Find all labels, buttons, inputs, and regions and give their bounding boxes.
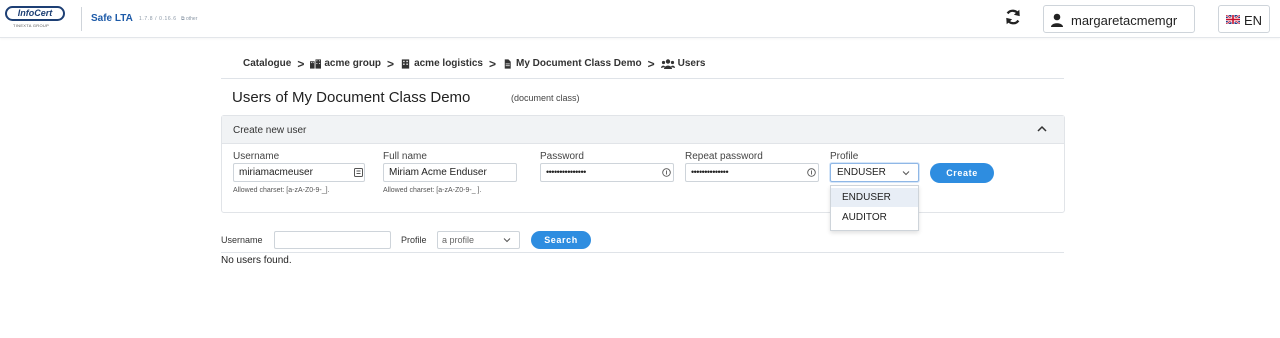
app-name[interactable]: Safe LTA: [91, 13, 133, 25]
create-user-panel-header[interactable]: Create new user: [222, 116, 1064, 144]
password-field[interactable]: •••••••••••••••: [540, 163, 674, 182]
repeat-password-label: Repeat password: [685, 151, 763, 162]
search-profile-label: Profile: [401, 235, 427, 245]
breadcrumb: Catalogue > acme group > acme logistics …: [243, 56, 705, 72]
breadcrumb-document-class[interactable]: My Document Class Demo: [502, 58, 642, 70]
chevron-right-icon: >: [647, 57, 655, 71]
buildings-icon: [310, 59, 322, 69]
chevron-down-icon: [902, 171, 910, 176]
breadcrumb-users: Users: [660, 58, 706, 70]
chevron-right-icon: >: [297, 57, 305, 71]
app-other-link[interactable]: ⧉ other: [181, 15, 197, 23]
chevron-right-icon: >: [488, 57, 496, 71]
repeat-password-value: ••••••••••••••: [691, 167, 729, 177]
search-button[interactable]: Search: [531, 231, 591, 249]
full-name-field[interactable]: Miriam Acme Enduser: [383, 163, 517, 182]
user-menu-button[interactable]: margaretacmemgr: [1043, 5, 1195, 33]
profile-option-auditor[interactable]: AUDITOR: [831, 208, 918, 227]
empty-results-message: No users found.: [221, 255, 292, 266]
users-icon: [660, 59, 675, 69]
profile-label: Profile: [830, 151, 859, 162]
breadcrumb-divider: [221, 78, 1064, 79]
breadcrumb-catalogue[interactable]: Catalogue: [243, 58, 291, 70]
profile-value: ENDUSER: [837, 167, 886, 178]
language-label: EN: [1244, 13, 1263, 28]
app-other-label: other: [185, 16, 198, 22]
profile-option-enduser[interactable]: ENDUSER: [831, 188, 918, 207]
full-name-label: Full name: [383, 151, 427, 162]
fingerprint-icon[interactable]: [662, 168, 671, 177]
chevron-down-icon: [503, 238, 511, 243]
search-username-input[interactable]: [274, 231, 391, 249]
language-selector[interactable]: EN: [1218, 5, 1270, 33]
user-icon: [1051, 13, 1063, 27]
breadcrumb-acme-group[interactable]: acme group: [310, 58, 381, 70]
username-field[interactable]: miriamacmeuser: [233, 163, 365, 182]
infocert-logo[interactable]: InfoCert TINEXTA GROUP: [5, 6, 67, 30]
profile-select[interactable]: ENDUSER: [830, 163, 919, 182]
breadcrumb-label: acme logistics: [414, 58, 483, 69]
fingerprint-icon[interactable]: [807, 168, 816, 177]
full-name-value: Miriam Acme Enduser: [389, 167, 487, 178]
create-button[interactable]: Create: [930, 163, 994, 183]
brand-divider: [81, 7, 82, 31]
chevron-right-icon: >: [387, 57, 395, 71]
username-hint: Allowed charset: [a-zA-Z0-9-_].: [233, 187, 330, 194]
search-username-label: Username: [221, 235, 263, 245]
username-label: Username: [233, 151, 280, 162]
breadcrumb-label: Catalogue: [243, 58, 292, 69]
uk-flag-icon: [1226, 15, 1240, 24]
breadcrumb-acme-logistics[interactable]: acme logistics: [400, 58, 483, 70]
full-name-hint: Allowed charset: [a-zA-Z0-9-_ ].: [383, 187, 482, 194]
page-title: Users of My Document Class Demo: [232, 89, 471, 106]
id-card-icon: [354, 168, 363, 177]
building-icon: [401, 59, 410, 69]
panel-title: Create new user: [233, 125, 307, 136]
password-value: •••••••••••••••: [546, 167, 586, 177]
repeat-password-field[interactable]: ••••••••••••••: [685, 163, 819, 182]
logo-subtext: TINEXTA GROUP: [13, 23, 50, 28]
document-icon: [504, 59, 511, 69]
user-name: margaretacmemgr: [1071, 13, 1178, 28]
password-label: Password: [540, 151, 584, 162]
top-navbar: InfoCert TINEXTA GROUP Safe LTA 1.7.8 / …: [0, 0, 1280, 38]
profile-dropdown-menu: ENDUSER AUDITOR: [830, 185, 919, 231]
results-divider: [221, 252, 1064, 253]
breadcrumb-label: Users: [677, 58, 706, 69]
breadcrumb-label: acme group: [324, 58, 382, 69]
app-version: 1.7.8 / 0.16.6: [139, 16, 177, 22]
external-link-icon: ⧉: [181, 16, 185, 22]
chevron-up-icon[interactable]: [1037, 125, 1047, 133]
breadcrumb-label: My Document Class Demo: [516, 58, 642, 69]
search-profile-select[interactable]: a profile: [437, 231, 520, 249]
page-subtitle: (document class): [511, 93, 580, 103]
refresh-icon[interactable]: [1004, 8, 1022, 26]
search-profile-placeholder: a profile: [442, 235, 475, 245]
username-value: miriamacmeuser: [239, 167, 313, 178]
logo-wordmark: InfoCert: [5, 6, 65, 21]
